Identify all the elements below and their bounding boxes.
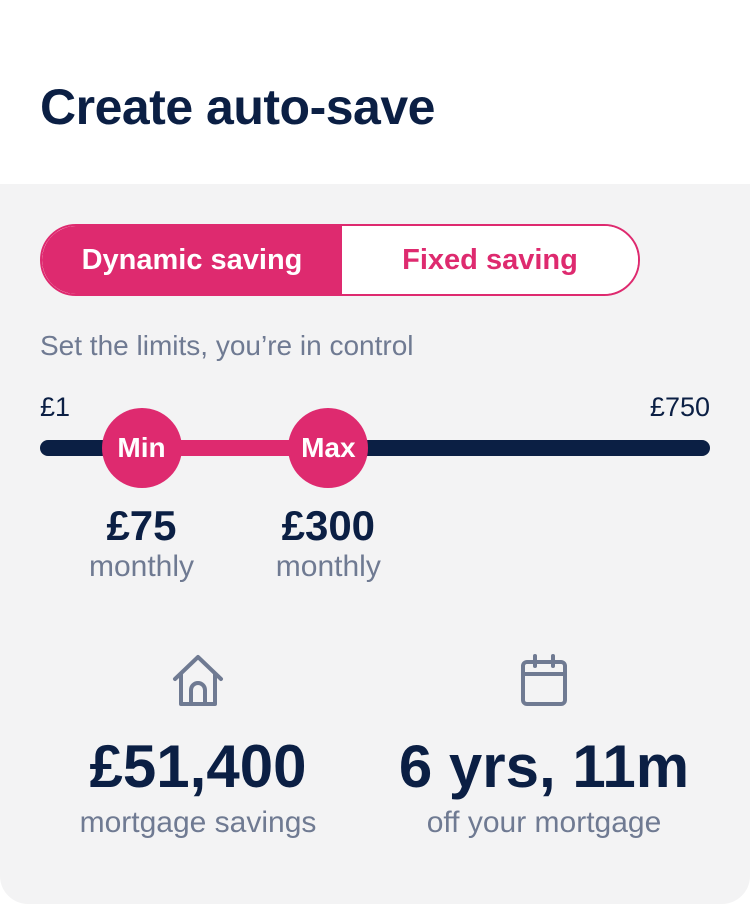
max-slider-handle[interactable]: Max	[288, 408, 369, 488]
range-min-label: £1	[40, 392, 71, 422]
fixed-saving-tab[interactable]: Fixed saving	[342, 226, 638, 294]
mortgage-savings-stat: £51,400 mortgage savings	[28, 650, 368, 840]
min-period: monthly	[88, 550, 195, 583]
page-title: Create auto-save	[40, 79, 435, 135]
max-period: monthly	[275, 550, 381, 583]
dynamic-saving-tab[interactable]: Dynamic saving	[42, 226, 342, 294]
house-icon	[173, 655, 223, 706]
max-amount: £300	[281, 502, 376, 549]
time-off-label: off your mortgage	[426, 806, 662, 839]
min-slider-handle[interactable]: Min	[101, 408, 182, 488]
min-amount: £75	[106, 502, 177, 549]
calendar-icon	[521, 654, 567, 706]
mortgage-savings-label: mortgage savings	[79, 806, 317, 839]
limits-subtitle: Set the limits, you’re in control	[40, 330, 414, 361]
time-off-value: 6 yrs, 11m	[398, 733, 690, 800]
auto-save-panel: Dynamic saving Fixed saving Set the limi…	[0, 184, 750, 904]
mortgage-savings-value: £51,400	[89, 733, 307, 800]
time-off-stat: 6 yrs, 11m off your mortgage	[374, 650, 714, 840]
range-max-label: £750	[649, 392, 710, 422]
saving-mode-toggle: Dynamic saving Fixed saving	[40, 224, 640, 296]
